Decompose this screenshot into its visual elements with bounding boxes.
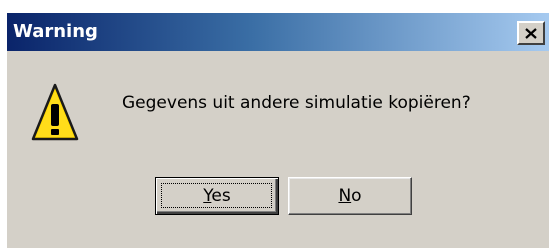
dialog-title: Warning: [13, 21, 98, 42]
yes-button-label: Yes: [203, 186, 231, 206]
warning-dialog: Warning Gegevens uit andere simulatie ko…: [6, 12, 549, 248]
warning-triangle-icon: [31, 83, 79, 141]
close-icon: [525, 27, 537, 39]
no-button[interactable]: No: [288, 177, 412, 215]
close-button[interactable]: [517, 21, 545, 45]
dialog-message: Gegevens uit andere simulatie kopiëren?: [122, 93, 471, 113]
yes-button[interactable]: Yes: [155, 177, 279, 215]
title-bar[interactable]: Warning: [7, 13, 549, 51]
no-button-label: No: [338, 186, 362, 206]
